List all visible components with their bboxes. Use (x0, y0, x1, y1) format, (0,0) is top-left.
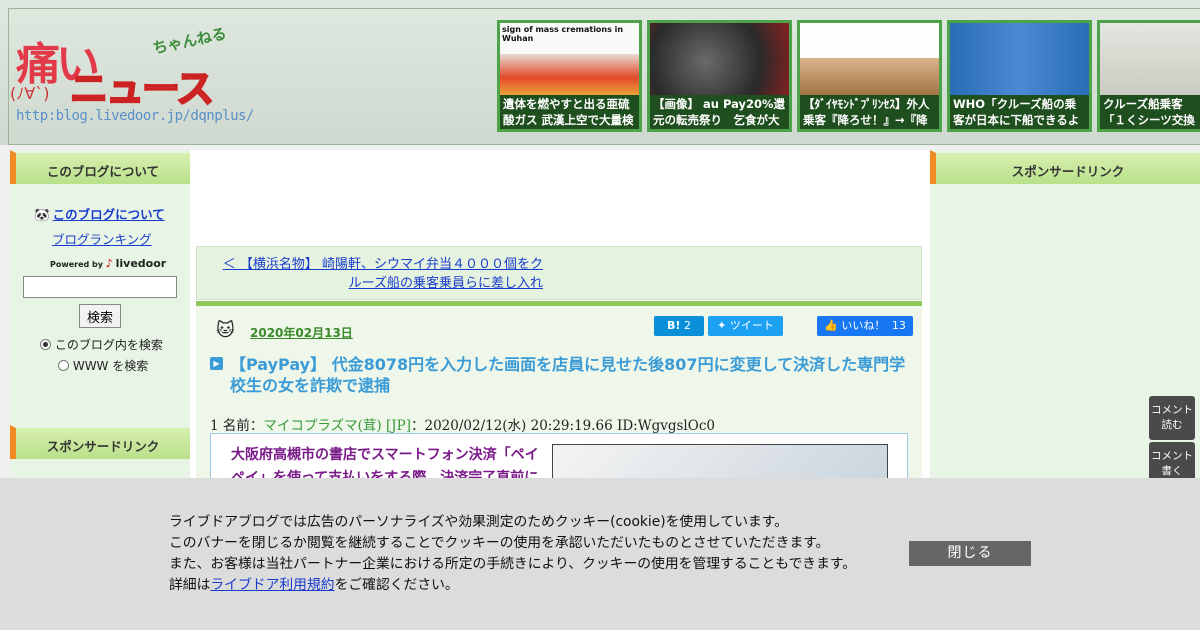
thumb-caption: WHO「クルーズ船の乗客が日本に下船できるよう日 (950, 95, 1089, 129)
related-thumb-4[interactable]: WHO「クルーズ船の乗客が日本に下船できるよう日 (947, 20, 1092, 132)
hatena-count: 2 (683, 319, 691, 332)
logo-chan: ちゃんねる (151, 24, 229, 58)
tweet-button[interactable]: ✦ ツイート (708, 316, 783, 336)
left-sponsor-heading: スポンサードリンク (10, 425, 190, 459)
radio-www-label: WWW を検索 (72, 359, 149, 373)
hatena-bookmark-button[interactable]: B! 2 (654, 316, 704, 336)
related-thumb-1[interactable]: sign of mass cremations in Wuhan 遺体を燃やすと… (497, 20, 642, 132)
thumb-caption: 【ﾀﾞｲﾔﾓﾝﾄﾞﾌﾟﾘﾝｾｽ】外人乗客『降ろせ！』→『降ろさ (800, 95, 939, 129)
thumb-image (950, 23, 1089, 101)
radio-www[interactable] (58, 360, 69, 371)
about-link-label: このブログについて (52, 207, 165, 222)
right-sponsor-heading: スポンサードリンク (930, 150, 1200, 184)
post-title: 【PayPay】 代金8078円を入力した画面を店員に見せた後807円に変更して… (230, 355, 906, 395)
thumbs-up-icon: 👍 (824, 319, 838, 332)
read-comments-button[interactable]: コメント読む (1149, 396, 1195, 440)
cookie-line-4-suffix: をご確認ください。 (334, 577, 459, 593)
related-thumb-2[interactable]: 【画像】 au Pay20%還元の転売祭り 乞食が大量に (647, 20, 792, 132)
livedoor-icon: ♪ (105, 257, 113, 270)
play-icon: ▶ (210, 357, 223, 370)
thumb-image (800, 23, 939, 101)
hatena-icon: B! (667, 319, 681, 332)
cookie-line-4: 詳細はライブドア利用規約をご確認ください。 (169, 575, 856, 596)
logo-url: http:blog.livedoor.jp/dqnplus/ (16, 108, 254, 124)
powered-by: Powered by ♪ livedoor (50, 257, 166, 270)
like-count: 13 (891, 319, 906, 332)
cookie-line-4-prefix: 詳細は (169, 577, 211, 593)
prev-post-link[interactable]: ＜ 【横浜名物】 崎陽軒、シウマイ弁当４０００個をクルーズ船の乗客乗員らに差し入… (213, 255, 543, 293)
thumb-image (1100, 23, 1200, 101)
radio-blog[interactable] (40, 339, 51, 350)
related-thumb-3[interactable]: 【ﾀﾞｲﾔﾓﾝﾄﾞﾌﾟﾘﾝｾｽ】外人乗客『降ろせ！』→『降ろさ (797, 20, 942, 132)
cookie-banner: ライブドアブログでは広告のパーソナライズや効果測定のためクッキー(cookie)… (0, 478, 1200, 630)
cookie-line-2: このバナーを閉じるか閲覧を継続することでクッキーの使用を承認いただいたものとさせ… (169, 535, 830, 551)
res-meta: ：2020/02/12(水) 20:29:19.66 ID:WgvgslOc0 (410, 418, 715, 434)
ranking-link[interactable]: ブログランキング (52, 229, 152, 248)
powered-by-label: Powered by (50, 260, 103, 269)
thumb-caption: クルーズ船乗客「１くシーツ交換や掃除 (1100, 95, 1200, 129)
cookie-line-1: ライブドアブログでは広告のパーソナライズや効果測定のためクッキー(cookie)… (169, 514, 789, 530)
radio-www-row[interactable]: WWW を検索 (58, 357, 148, 374)
cat-mascot-icon: 🐱 (216, 320, 235, 341)
left-sponsor-section: スポンサードリンク (10, 425, 190, 459)
tweet-label: ツイート (729, 319, 774, 332)
post-date[interactable]: 2020年02月13日 (250, 324, 353, 341)
thumb-caption: 【画像】 au Pay20%還元の転売祭り 乞食が大量に (650, 95, 789, 129)
search-button[interactable]: 検索 (79, 304, 121, 328)
ad-slot (190, 150, 930, 242)
logo-news: ニュース (69, 66, 215, 112)
logo-face: (ﾉ∀`) (10, 84, 50, 103)
site-logo[interactable]: 痛い ニュース ちゃんねる (ﾉ∀`) http:blog.livedoor.j… (10, 24, 254, 129)
prev-post-nav: ＜ 【横浜名物】 崎陽軒、シウマイ弁当４０００個をクルーズ船の乗客乗員らに差し入… (196, 246, 922, 300)
cookie-text: ライブドアブログでは広告のパーソナライズや効果測定のためクッキー(cookie)… (169, 512, 856, 596)
thumb-image (650, 23, 789, 101)
response-header: 1 名前：マイコプラズマ(茸) [JP]：2020/02/12(水) 20:29… (210, 414, 715, 434)
radio-blog-label: このブログ内を検索 (54, 338, 163, 352)
thumb-image: sign of mass cremations in Wuhan (500, 23, 639, 101)
cookie-close-button[interactable]: 閉じる (909, 541, 1031, 566)
res-number: 1 (210, 418, 219, 434)
site-header: 痛い ニュース ちゃんねる (ﾉ∀`) http:blog.livedoor.j… (0, 0, 1200, 145)
res-name-label: 名前： (222, 418, 264, 434)
livedoor-label: livedoor (115, 257, 167, 270)
terms-link[interactable]: ライブドア利用規約 (210, 577, 334, 593)
res-name: マイコプラズマ(茸) [JP] (263, 418, 411, 434)
thumb-image-text: sign of mass cremations in Wuhan (502, 25, 624, 43)
related-thumb-5[interactable]: クルーズ船乗客「１くシーツ交換や掃除 (1097, 20, 1200, 132)
cookie-line-3: また、お客様は当社パートナー企業における所定の手続きにより、クッキーの使用を管理… (169, 556, 857, 572)
like-label: いいね！ (841, 319, 886, 332)
about-heading: このブログについて (10, 150, 190, 184)
thumb-caption: 遺体を燃やすと出る亜硫酸ガス 武漢上空で大量検出… (500, 95, 639, 129)
radio-blog-row[interactable]: このブログ内を検索 (40, 336, 163, 353)
mascot-icon: 🐼 (34, 207, 50, 222)
twitter-bird-icon: ✦ (717, 319, 727, 332)
blog-search-input[interactable] (23, 276, 177, 298)
about-link[interactable]: 🐼 このブログについて (34, 204, 165, 223)
facebook-like-button[interactable]: 👍 いいね！ 13 (817, 316, 913, 336)
